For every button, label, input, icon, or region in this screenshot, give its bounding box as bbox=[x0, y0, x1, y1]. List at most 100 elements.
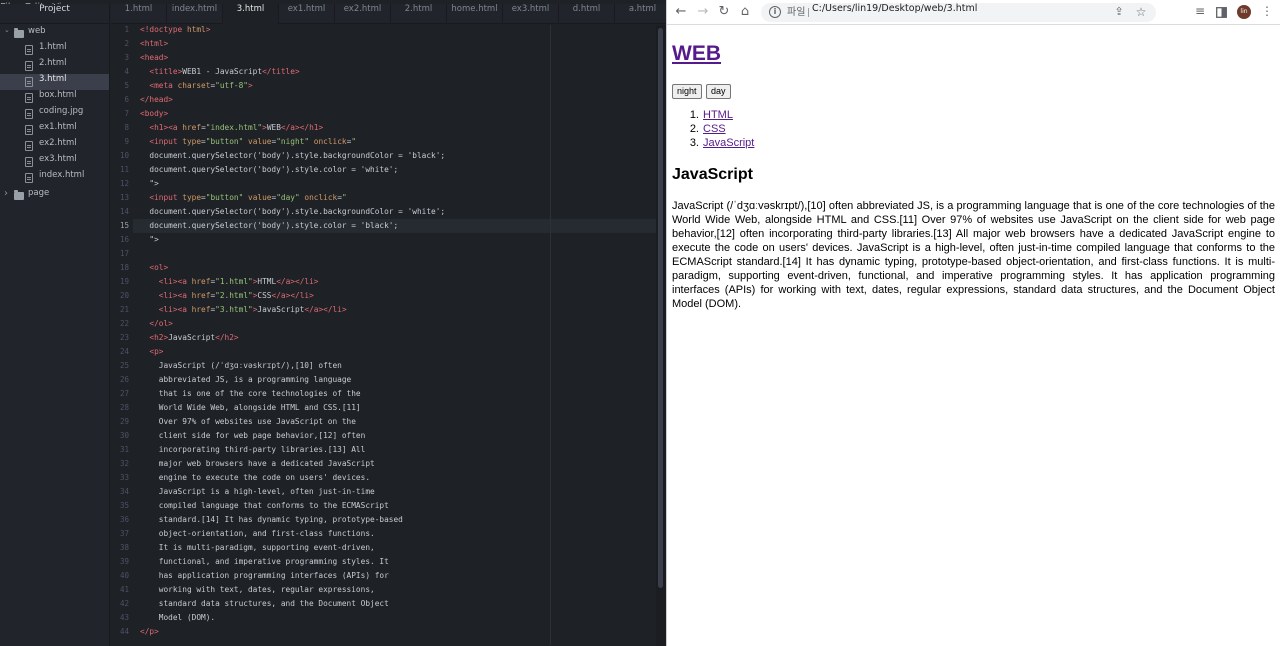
home-icon[interactable]: ⌂ bbox=[737, 4, 753, 20]
link-javascript[interactable]: JavaScript bbox=[703, 137, 754, 149]
file-icon bbox=[25, 45, 33, 55]
code-line: <h2>JavaScript</h2> bbox=[149, 333, 239, 342]
code-line: It is multi-paradigm, supporting event-d… bbox=[140, 543, 375, 552]
line-number: 35 bbox=[119, 501, 129, 510]
line-number: 17 bbox=[119, 249, 129, 258]
editor-tab[interactable]: a.html bbox=[615, 4, 666, 24]
link-html[interactable]: HTML bbox=[703, 109, 733, 121]
editor-tab[interactable]: ex2.html bbox=[335, 4, 391, 24]
editor-tab[interactable]: 3.html bbox=[223, 4, 279, 25]
code-line: <!doctype html> bbox=[140, 25, 211, 34]
file-icon bbox=[25, 77, 33, 87]
browser-window: ← → ↻ ⌂ i 파일 C:/Users/lin19/Desktop/web/… bbox=[666, 0, 1280, 646]
code-line: that is one of the core technologies of … bbox=[140, 389, 361, 398]
chevron-down-icon: ⌄ bbox=[4, 26, 10, 34]
list-item: 2. CSS bbox=[689, 123, 726, 135]
tree-file-item[interactable]: 3.html bbox=[0, 74, 109, 90]
line-number: 39 bbox=[119, 557, 129, 566]
line-number: 15 bbox=[119, 221, 129, 230]
link-css[interactable]: CSS bbox=[703, 123, 726, 135]
file-icon bbox=[25, 61, 33, 71]
code-line: "> bbox=[140, 235, 159, 244]
tree-file-item[interactable]: 2.html bbox=[0, 58, 109, 74]
editor-tab[interactable]: 2.html bbox=[391, 4, 447, 24]
line-number-gutter: 1 2 3 4 5 6 7 8 9 10 11 12 13 14 15 16 17 18 19 20 21 22 23 24 2… bbox=[111, 25, 133, 645]
tree-file-item[interactable]: ex3.html bbox=[0, 154, 109, 170]
profile-avatar[interactable]: lin bbox=[1237, 5, 1251, 19]
code-line: <ol> bbox=[149, 263, 169, 272]
code-area[interactable]: 1 2 3 4 5 6 7 8 9 10 11 12 13 14 15 16 17 18 19 20 21 22 23 24 2… bbox=[111, 25, 656, 645]
tree-file-item[interactable]: coding.jpg bbox=[0, 106, 109, 122]
line-number: 26 bbox=[119, 375, 129, 384]
code-line: <li><a href="2.html">CSS</a></li> bbox=[158, 291, 314, 300]
file-label: 2.html bbox=[39, 58, 67, 68]
tree-file-item[interactable]: 1.html bbox=[0, 42, 109, 58]
code-line: standard.[14] It has dynamic typing, pro… bbox=[140, 515, 403, 524]
day-button[interactable]: day bbox=[706, 84, 731, 99]
line-number: 42 bbox=[119, 599, 129, 608]
nav-list: 1. HTML 2. CSS 3. JavaScript bbox=[684, 109, 755, 151]
editor-tab[interactable]: d.html bbox=[559, 4, 615, 24]
code-line: World Wide Web, alongside HTML and CSS.[… bbox=[140, 403, 361, 412]
night-button[interactable]: night bbox=[672, 84, 702, 99]
arrow-right-icon[interactable]: → bbox=[695, 4, 711, 20]
line-number: 28 bbox=[119, 403, 129, 412]
file-icon bbox=[25, 93, 33, 103]
code-line: major web browsers have a dedicated Java… bbox=[140, 459, 375, 468]
heading-link[interactable]: WEB bbox=[672, 42, 721, 65]
star-icon[interactable]: ☆ bbox=[1133, 5, 1149, 21]
code-line: <body> bbox=[140, 109, 169, 118]
project-tree-panel: Project ⌄ web 1.html 2.html 3.html box.html co… bbox=[0, 4, 110, 646]
kebab-menu-icon[interactable]: ⋮ bbox=[1259, 4, 1275, 20]
line-number: 37 bbox=[119, 529, 129, 538]
editor-tab[interactable]: ex1.html bbox=[279, 4, 335, 24]
file-label: box.html bbox=[39, 90, 77, 100]
code-line: </ol> bbox=[149, 319, 173, 328]
line-number: 21 bbox=[119, 305, 129, 314]
code-line: document.querySelector('body').style.col… bbox=[140, 165, 399, 174]
line-number: 13 bbox=[119, 193, 129, 202]
editor-scrollbar-thumb[interactable] bbox=[658, 28, 663, 588]
editor-tab-bar: 1.html index.html 3.html ex1.html ex2.html 2.… bbox=[111, 4, 666, 25]
tree-file-item[interactable]: index.html bbox=[0, 170, 109, 186]
side-panel-icon[interactable] bbox=[1213, 4, 1229, 20]
address-bar[interactable]: i 파일 C:/Users/lin19/Desktop/web/3.html ⇪… bbox=[761, 3, 1156, 22]
code-line: <li><a href="3.html">JavaScript</a></li> bbox=[158, 305, 347, 314]
line-number: 6 bbox=[124, 95, 129, 104]
url-text[interactable]: C:/Users/lin19/Desktop/web/3.html bbox=[812, 3, 977, 14]
line-number: 36 bbox=[119, 515, 129, 524]
reading-list-icon[interactable]: ≡ bbox=[1192, 4, 1208, 20]
file-icon bbox=[25, 109, 33, 119]
reload-icon[interactable]: ↻ bbox=[716, 4, 732, 20]
editor-tab[interactable]: home.html bbox=[447, 4, 503, 24]
line-number: 1 bbox=[124, 25, 129, 34]
tree-file-item[interactable]: box.html bbox=[0, 90, 109, 106]
line-number: 23 bbox=[119, 333, 129, 342]
tree-file-item[interactable]: ex1.html bbox=[0, 122, 109, 138]
code-line: object-orientation, and first-class func… bbox=[140, 529, 375, 538]
editor-tab[interactable]: index.html bbox=[167, 4, 223, 24]
code-line: "> bbox=[140, 179, 159, 188]
code-line: <input type="button" value="night" oncli… bbox=[149, 137, 357, 146]
code-line: <head> bbox=[140, 53, 169, 62]
editor-tab[interactable]: 1.html bbox=[111, 4, 167, 24]
line-number: 3 bbox=[124, 53, 129, 62]
code-line: compiled language that conforms to the E… bbox=[140, 501, 389, 510]
editor-tab[interactable]: ex3.html bbox=[503, 4, 559, 24]
code-line: engine to execute the code on users' dev… bbox=[140, 473, 371, 482]
file-icon bbox=[25, 141, 33, 151]
code-line: Over 97% of websites use JavaScript on t… bbox=[140, 417, 356, 426]
tree-file-item[interactable]: ex2.html bbox=[0, 138, 109, 154]
tree-folder-root[interactable]: ⌄ web bbox=[0, 26, 109, 42]
arrow-left-icon[interactable]: ← bbox=[673, 4, 689, 20]
tree-folder-page[interactable]: › page bbox=[0, 188, 109, 204]
share-icon[interactable]: ⇪ bbox=[1111, 5, 1127, 21]
browser-toolbar: ← → ↻ ⌂ i 파일 C:/Users/lin19/Desktop/web/… bbox=[667, 0, 1280, 25]
line-number: 29 bbox=[119, 417, 129, 426]
info-icon[interactable]: i bbox=[769, 6, 781, 18]
line-number: 12 bbox=[119, 179, 129, 188]
file-label: ex2.html bbox=[39, 138, 77, 148]
code-line: <title>WEB1 - JavaScript</title> bbox=[149, 67, 300, 76]
file-label: ex1.html bbox=[39, 122, 77, 132]
file-label: 3.html bbox=[39, 74, 67, 84]
